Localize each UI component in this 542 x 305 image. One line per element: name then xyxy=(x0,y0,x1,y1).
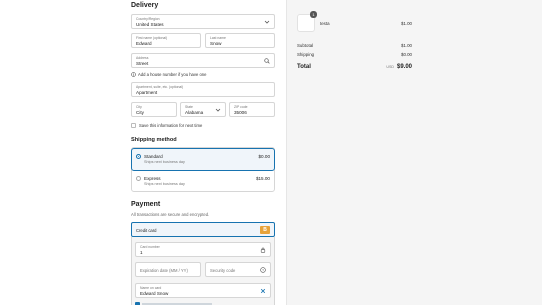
country-select[interactable]: Country/Region United States xyxy=(131,14,275,29)
subtotal-label: Subtotal xyxy=(297,43,314,48)
expiration-placeholder: Expiration date (MM / YY) xyxy=(140,268,188,273)
total-value: $9.00 xyxy=(396,64,412,70)
search-icon xyxy=(264,58,270,64)
name-on-card-field[interactable]: Name on card Edward Snow xyxy=(135,283,271,298)
last-name-field[interactable]: Last name Snow xyxy=(205,33,275,48)
first-name-field[interactable]: First name (optional) Edward xyxy=(131,33,201,48)
info-icon xyxy=(131,72,136,77)
currency-code: USD xyxy=(386,65,394,69)
shipping-option-name: Express xyxy=(144,176,161,181)
payment-heading: Payment xyxy=(131,201,161,208)
save-info-label: Save this information for next time xyxy=(139,123,203,128)
shipping-method-heading: Shipping method xyxy=(131,137,177,143)
name-on-card-value: Edward Snow xyxy=(140,291,169,296)
payment-subtitle: All transactions are secure and encrypte… xyxy=(131,212,210,217)
security-code-placeholder: Security code xyxy=(210,268,236,273)
shipping-option-price: $0.00 xyxy=(258,154,271,159)
country-value: United States xyxy=(136,22,164,27)
credit-card-option[interactable]: Credit card B xyxy=(131,222,275,237)
address-value: Street xyxy=(136,61,149,66)
svg-text:?: ? xyxy=(262,268,264,272)
product-name: testa xyxy=(320,21,330,26)
shipping-options: Standard Ships next business day $0.00 E… xyxy=(131,147,275,192)
total-label: Total xyxy=(297,64,311,70)
first-name-label: First name (optional) xyxy=(136,36,168,40)
lock-icon xyxy=(260,247,266,253)
credit-card-label: Credit card xyxy=(136,228,157,233)
product-price: $1.00 xyxy=(401,21,412,26)
expiration-field[interactable]: Expiration date (MM / YY) xyxy=(135,262,201,277)
help-icon[interactable]: ? xyxy=(260,267,266,273)
shipping-row: Shipping $0.00 xyxy=(297,52,412,57)
apartment-field[interactable]: Apartment, suite, etc. (optional) Apartm… xyxy=(131,82,275,97)
security-code-field[interactable]: Security code ? xyxy=(205,262,271,277)
address-field[interactable]: Address Street xyxy=(131,53,275,68)
card-number-label: Card number xyxy=(140,245,160,249)
total-row: Total USD $9.00 xyxy=(297,64,412,70)
last-name-value: Snow xyxy=(210,41,222,46)
city-value: City xyxy=(136,110,144,115)
house-number-note: Add a house number if you have one xyxy=(138,72,207,77)
city-label: City xyxy=(136,105,142,109)
shipping-option-standard[interactable]: Standard Ships next business day $0.00 xyxy=(131,148,275,171)
shipping-label: Shipping xyxy=(297,52,315,57)
zip-field[interactable]: ZIP code 35006 xyxy=(229,102,275,117)
address-label: Address xyxy=(136,56,149,60)
shipping-option-sub: Ships next business day xyxy=(144,160,185,164)
shipping-option-name: Standard xyxy=(144,154,163,159)
last-name-label: Last name xyxy=(210,36,226,40)
close-icon[interactable] xyxy=(260,288,266,294)
apartment-value: Apartment xyxy=(136,90,158,95)
shipping-option-express[interactable]: Express Ships next business day $15.00 xyxy=(132,171,274,193)
subtotal-row: Subtotal $1.00 xyxy=(297,43,412,48)
chevron-down-icon xyxy=(215,108,221,112)
quantity-badge: 1 xyxy=(310,11,317,18)
apartment-label: Apartment, suite, etc. (optional) xyxy=(136,85,184,89)
state-label: State xyxy=(185,105,193,109)
card-number-field[interactable]: Card number 1 xyxy=(135,242,271,257)
name-on-card-label: Name on card xyxy=(140,286,162,290)
state-value: Alabama xyxy=(185,110,204,115)
chevron-down-icon xyxy=(264,20,270,24)
radio-standard[interactable] xyxy=(136,154,141,159)
total-amount: USD $9.00 xyxy=(386,64,412,70)
save-info-checkbox[interactable] xyxy=(131,123,136,128)
radio-express[interactable] xyxy=(136,176,141,181)
card-badge-icon: B xyxy=(260,226,270,234)
card-number-value: 1 xyxy=(140,250,143,255)
zip-value: 35006 xyxy=(234,110,247,115)
shipping-value: $0.00 xyxy=(401,52,412,57)
state-select[interactable]: State Alabama xyxy=(180,102,226,117)
delivery-heading: Delivery xyxy=(131,2,159,9)
city-field[interactable]: City City xyxy=(131,102,177,117)
shipping-option-sub: Ships next business day xyxy=(144,182,185,186)
country-label: Country/Region xyxy=(136,17,160,21)
zip-label: ZIP code xyxy=(234,105,248,109)
subtotal-value: $1.00 xyxy=(401,43,412,48)
first-name-value: Edward xyxy=(136,41,152,46)
shipping-option-price: $15.00 xyxy=(255,176,270,181)
